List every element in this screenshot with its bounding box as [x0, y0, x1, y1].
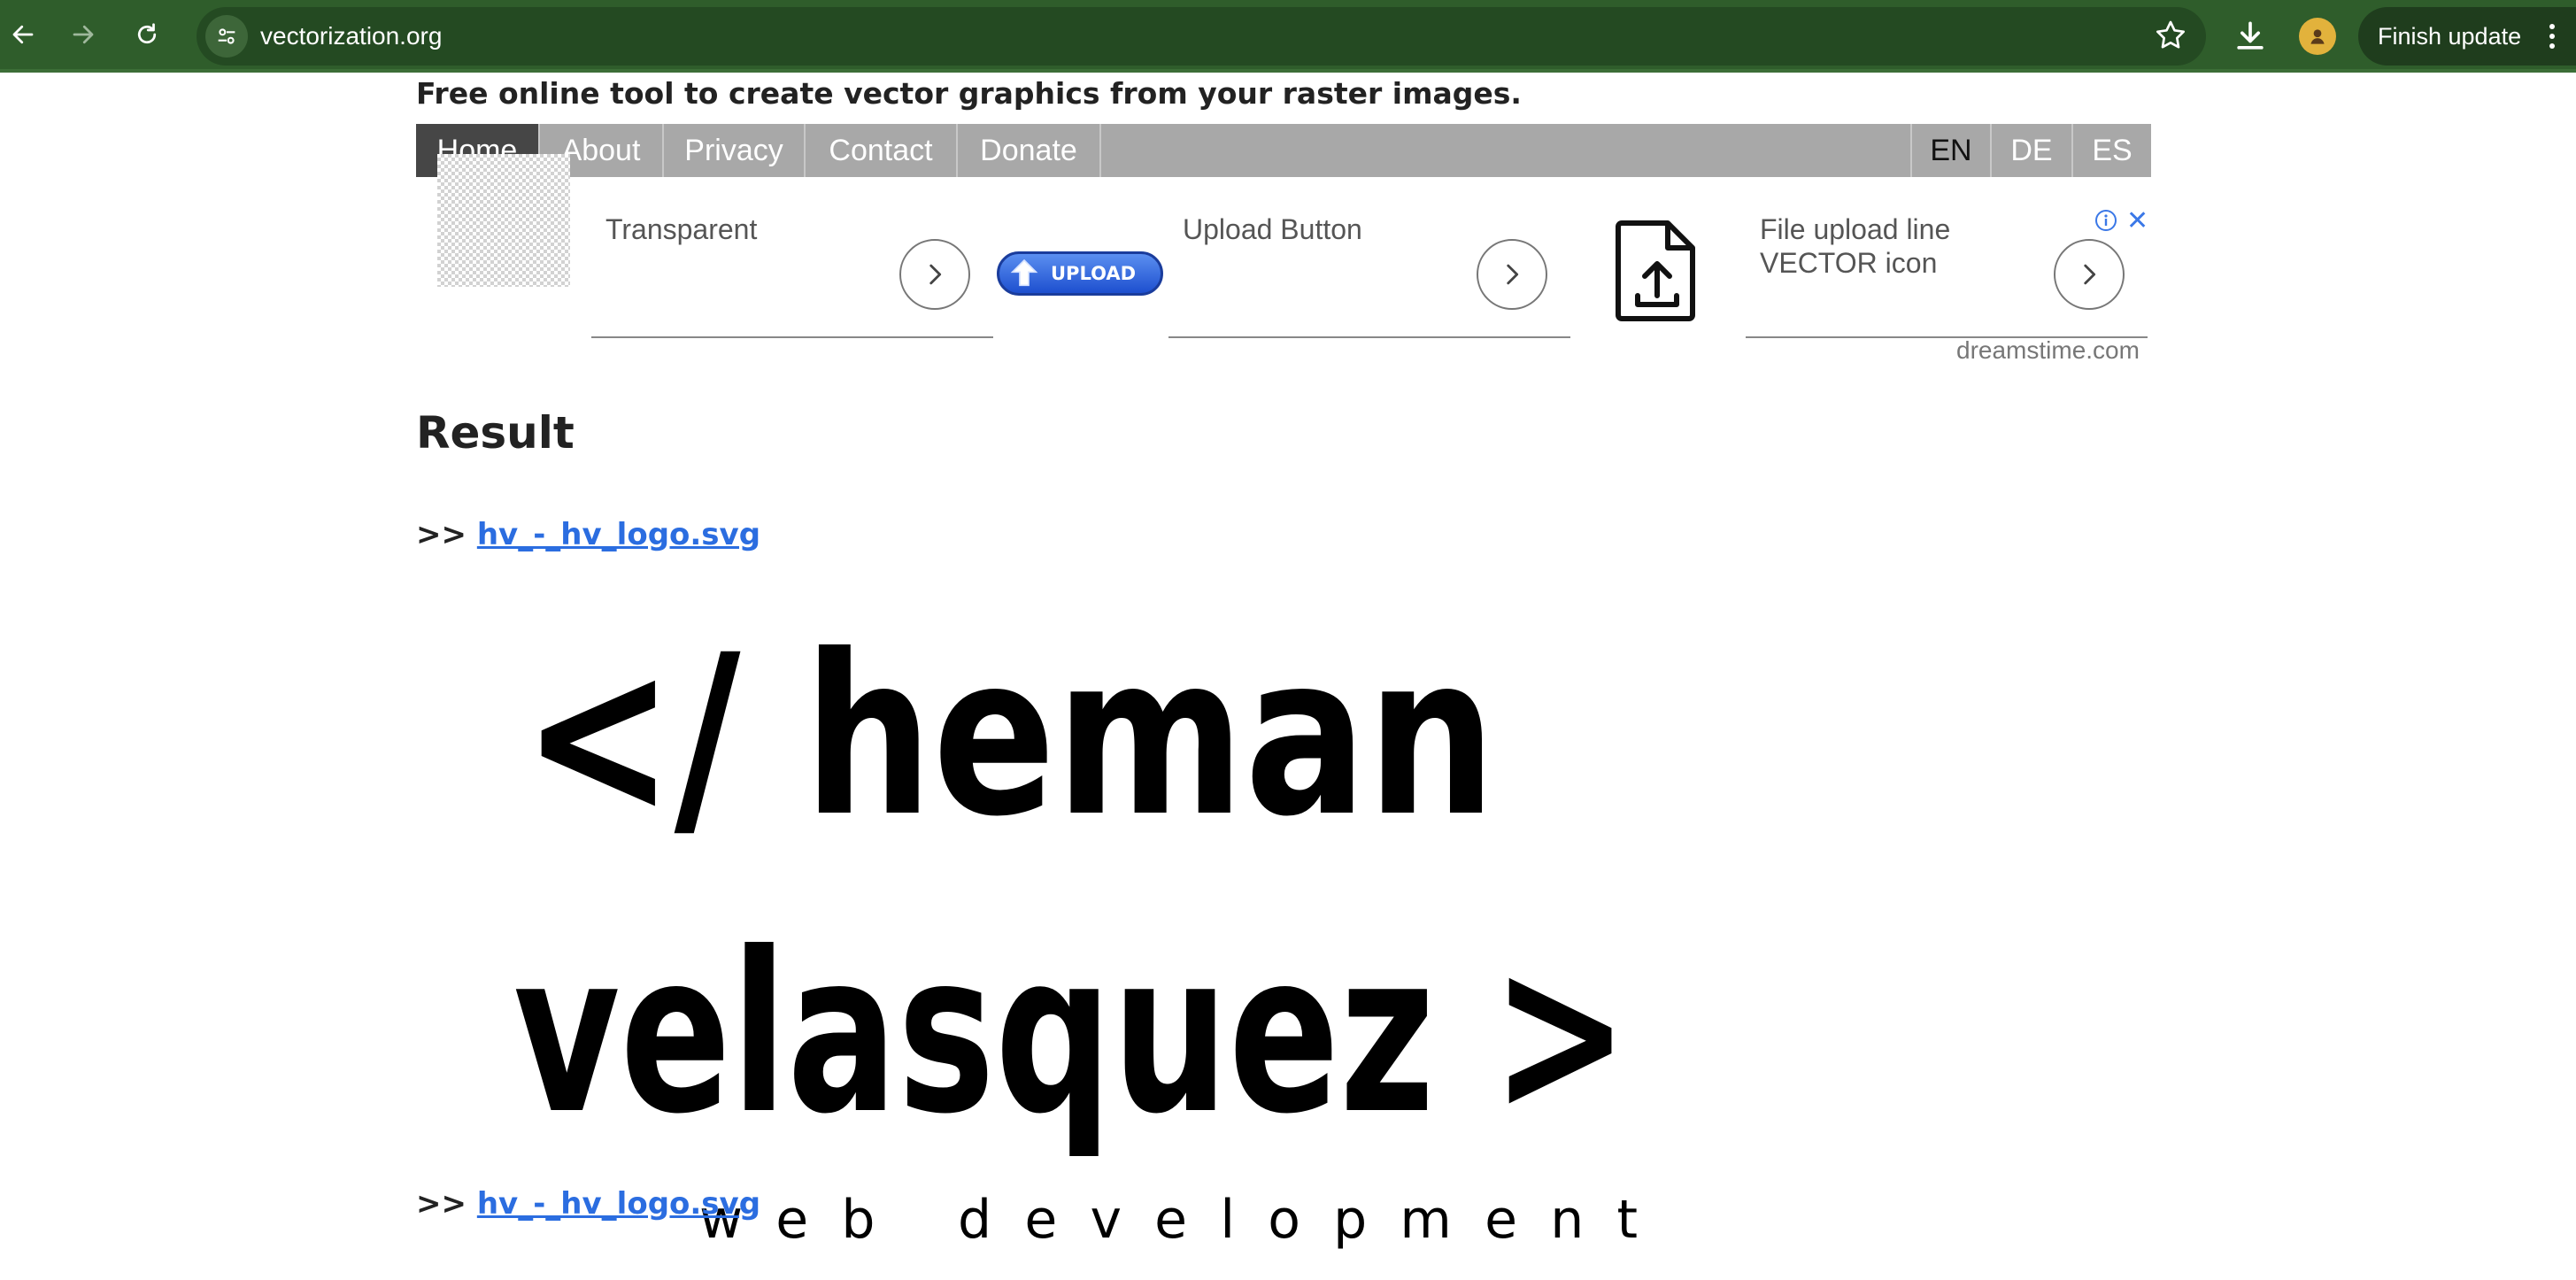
ad-thumbnail-transparent[interactable] [437, 154, 570, 287]
finish-update-button[interactable]: Finish update [2358, 7, 2576, 66]
forward-arrow-icon[interactable] [62, 13, 104, 56]
ad-label-transparent[interactable]: Transparent [605, 212, 757, 246]
logo-text-line1: </ heman [522, 607, 1496, 865]
ad-label-file-upload[interactable]: File upload line VECTOR icon [1760, 212, 1950, 280]
ad-divider [591, 336, 993, 338]
site-tagline: Free online tool to create vector graphi… [416, 76, 1522, 111]
download-line-bottom: >> hv_-_hv_logo.svg [416, 1186, 760, 1222]
finish-update-label: Finish update [2378, 22, 2522, 50]
download-prefix: >> [416, 517, 467, 552]
nav-donate[interactable]: Donate [958, 124, 1101, 177]
ad-chevron-right-icon[interactable] [899, 239, 970, 310]
ad-info-icon[interactable] [2094, 209, 2117, 232]
bookmark-star-icon[interactable] [2153, 18, 2188, 53]
upload-arrow-icon [1010, 258, 1038, 287]
svg-download-link[interactable]: hv_-_hv_logo.svg [477, 1186, 760, 1222]
address-bar[interactable]: vectorization.org [197, 7, 2206, 66]
nav-contact[interactable]: Contact [806, 124, 958, 177]
ad-source[interactable]: dreamstime.com [1956, 336, 2140, 365]
ad-label-upload-button[interactable]: Upload Button [1183, 212, 1362, 246]
site-info-icon[interactable] [205, 15, 248, 58]
lang-de[interactable]: DE [1990, 124, 2071, 177]
logo-text-line2: velasquez > [513, 905, 1629, 1162]
lang-es[interactable]: ES [2071, 124, 2151, 177]
back-arrow-icon[interactable] [2, 13, 44, 56]
ad-divider [1168, 336, 1570, 338]
more-menu-icon[interactable] [2549, 23, 2555, 50]
result-heading: Result [416, 407, 575, 459]
ad-close-icon[interactable]: ✕ [2126, 205, 2148, 236]
ad-chevron-right-icon[interactable] [2054, 239, 2125, 310]
svg-download-link[interactable]: hv_-_hv_logo.svg [477, 517, 760, 552]
ad-thumbnail-upload-button[interactable]: UPLOAD [997, 251, 1163, 296]
ad-chevron-right-icon[interactable] [1477, 239, 1547, 310]
file-upload-icon[interactable] [1613, 218, 1701, 324]
url-text[interactable]: vectorization.org [260, 22, 442, 50]
upload-badge-text: UPLOAD [1051, 263, 1137, 284]
ad-label-file-upload-line1: File upload line [1760, 213, 1951, 245]
reload-icon[interactable] [126, 13, 168, 56]
download-line-top: >> hv_-_hv_logo.svg [416, 517, 760, 552]
vectorized-logo-preview: </ heman velasquez > web development [513, 607, 1638, 1251]
logo-text-line3: web development [699, 1189, 1638, 1251]
profile-avatar[interactable] [2299, 18, 2336, 55]
ad-label-file-upload-line2: VECTOR icon [1760, 247, 1938, 279]
download-prefix: >> [416, 1186, 467, 1222]
nav-privacy[interactable]: Privacy [664, 124, 806, 177]
download-icon[interactable] [2231, 17, 2270, 56]
main-navigation: Home About Privacy Contact Donate EN DE … [416, 124, 2151, 177]
lang-en[interactable]: EN [1910, 124, 1990, 177]
browser-toolbar: vectorization.org Finish update [0, 0, 2576, 73]
